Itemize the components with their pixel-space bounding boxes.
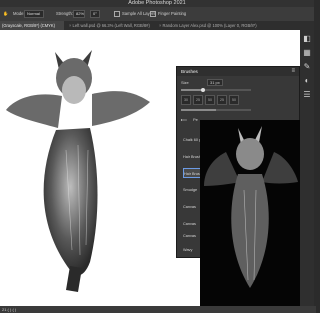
- strength-input[interactable]: 82%: [73, 10, 85, 18]
- brush-preset-3[interactable]: 50: [205, 95, 215, 105]
- layers-icon[interactable]: ☰: [302, 90, 312, 100]
- brush-preset-2[interactable]: 25: [193, 95, 203, 105]
- checkbox-icon: [150, 10, 156, 17]
- brushes-panel-header: Brushes ≡: [177, 67, 299, 76]
- reference-creature-icon: [204, 126, 298, 288]
- right-toolbar: ◧ ▦ ✎ ◐ ☰: [300, 30, 314, 306]
- angle-input[interactable]: 0°: [90, 10, 100, 18]
- tab-label: Random Layer Alex.psd @ 100% (Layer 0, R…: [162, 23, 257, 28]
- brush-name: Canvas: [183, 222, 196, 226]
- close-icon[interactable]: ×: [69, 23, 71, 28]
- options-bar: ✋ Mode: Normal Strength: 82% 0° Sample A…: [0, 7, 314, 22]
- slider-knob[interactable]: [201, 88, 205, 92]
- tab-label: (Grayscale, RGB/8*) (CMYK): [2, 23, 55, 28]
- brush-name: Canvas: [183, 234, 196, 238]
- brush-preset-1[interactable]: 30: [181, 95, 191, 105]
- brush-icon[interactable]: ✎: [302, 62, 312, 72]
- size-input[interactable]: 31 px: [207, 79, 223, 86]
- app-title: Adobe Photoshop 2021: [128, 0, 186, 6]
- brush-size: 30: [184, 98, 188, 102]
- brush-preset-5[interactable]: 50: [229, 95, 239, 105]
- brush-size: 25: [220, 98, 224, 102]
- finger-painting-checkbox[interactable]: Finger Painting: [150, 10, 186, 18]
- smudge-tool-icon[interactable]: ✋: [3, 10, 8, 18]
- brushes-panel-title: Brushes: [181, 69, 198, 74]
- swatches-icon[interactable]: ▦: [302, 48, 312, 58]
- tab-label: Left wall.psd @ 66.3% (Left Wall, RGB/8#…: [72, 23, 150, 28]
- finger-painting-label: Finger Painting: [158, 11, 187, 16]
- brush-size: 50: [232, 98, 236, 102]
- strength-label: Strength:: [56, 11, 73, 16]
- status-bar: 21 ( ) ( ): [0, 306, 316, 313]
- brush-name: Canvas: [183, 205, 196, 209]
- brush-name: Smudge: [183, 188, 198, 192]
- mode-select[interactable]: Normal: [24, 10, 44, 18]
- folder-label: Pe: [193, 117, 198, 122]
- reference-photo: [200, 120, 300, 306]
- tab-document-2[interactable]: × Left wall.psd @ 66.3% (Left Wall, RGB/…: [66, 21, 154, 30]
- brush-size: 25: [196, 98, 200, 102]
- size-label: Size: [181, 80, 189, 85]
- panel-menu-icon[interactable]: ≡: [291, 67, 295, 76]
- mode-label: Mode:: [13, 11, 25, 16]
- brush-scroll[interactable]: [181, 109, 251, 111]
- tab-document-3[interactable]: × Random Layer Alex.psd @ 100% (Layer 0,…: [156, 21, 276, 30]
- folder-icon[interactable]: ▸▭: [181, 117, 187, 122]
- color-icon[interactable]: ◧: [302, 34, 312, 44]
- brush-name: Hair Brush: [183, 155, 201, 159]
- brush-name: Wavy: [183, 248, 193, 252]
- tab-document-1[interactable]: (Grayscale, RGB/8*) (CMYK): [0, 21, 64, 30]
- size-slider[interactable]: [181, 88, 251, 92]
- brush-size: 50: [208, 98, 212, 102]
- adjust-icon[interactable]: ◐: [302, 76, 312, 86]
- title-bar: Adobe Photoshop 2021: [0, 0, 314, 7]
- brush-preset-4[interactable]: 25: [217, 95, 227, 105]
- checkbox-icon: [114, 10, 120, 17]
- status-text: 21 ( ) ( ): [2, 307, 17, 312]
- close-icon[interactable]: ×: [159, 23, 161, 28]
